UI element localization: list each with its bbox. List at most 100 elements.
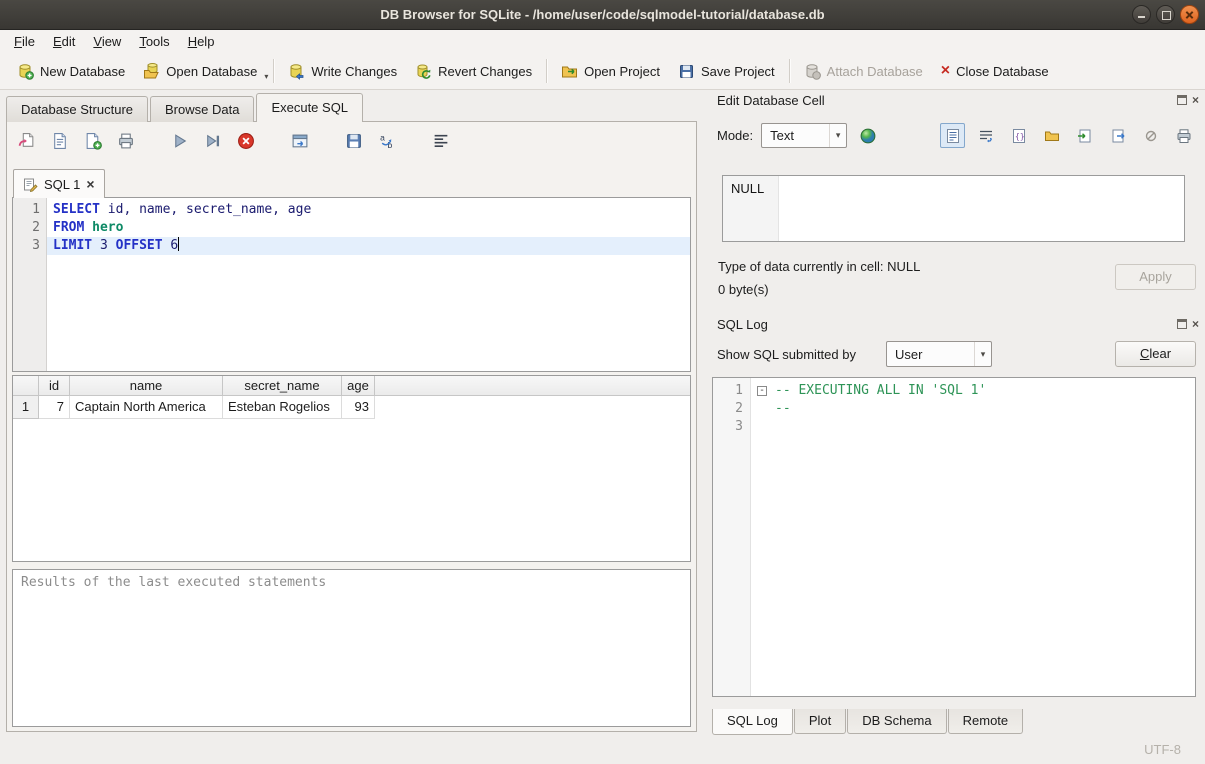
open-project-button[interactable]: Open Project	[552, 58, 669, 85]
open-database-dropdown-arrow[interactable]: ▾	[264, 72, 268, 81]
text-mode-icon[interactable]	[940, 123, 965, 148]
tab-database-structure[interactable]: Database Structure	[6, 96, 148, 122]
cell-id[interactable]: 7	[39, 396, 70, 419]
main-toolbar: New Database Open Database ▾ Write Chang…	[0, 53, 1205, 90]
float-panel-icon[interactable]	[1177, 95, 1187, 105]
revert-changes-button[interactable]: Revert Changes	[406, 58, 541, 85]
attach-database-icon	[804, 63, 821, 80]
print-sql-icon[interactable]	[116, 131, 136, 151]
menu-help[interactable]: Help	[179, 31, 224, 52]
execute-sql-toolbar: ab	[17, 131, 451, 151]
minimize-button[interactable]	[1132, 5, 1151, 24]
new-database-icon	[17, 63, 34, 80]
log-line: --	[751, 400, 1195, 418]
sql-log-filter-combobox[interactable]: User ▾	[886, 341, 992, 367]
close-panel-icon[interactable]: ×	[1192, 319, 1199, 329]
toolbar-separator	[789, 59, 790, 83]
import-cell-data-icon[interactable]	[1072, 123, 1097, 148]
save-project-button[interactable]: Save Project	[669, 58, 784, 85]
sql-log-panel-title: SQL Log	[717, 317, 768, 332]
sql-log-panel-buttons: ×	[1177, 319, 1199, 329]
sql-editor-tab[interactable]: SQL 1 ×	[13, 169, 105, 198]
export-cell-data-icon[interactable]	[1105, 123, 1130, 148]
new-database-label: New Database	[40, 64, 125, 79]
log-line	[751, 418, 1195, 436]
menu-file[interactable]: File	[5, 31, 44, 52]
column-header-age[interactable]: age	[342, 376, 375, 395]
execute-current-line-icon[interactable]	[203, 131, 223, 151]
fold-collapse-icon[interactable]: -	[757, 386, 767, 396]
close-button[interactable]	[1180, 5, 1199, 24]
chevron-down-icon: ▾	[974, 342, 991, 366]
write-changes-button[interactable]: Write Changes	[279, 58, 406, 85]
column-header-name[interactable]: name	[70, 376, 223, 395]
close-panel-icon[interactable]: ×	[1192, 95, 1199, 105]
close-tab-icon[interactable]: ×	[86, 178, 94, 190]
toolbar-separator	[273, 59, 274, 83]
cell-age[interactable]: 93	[342, 396, 375, 419]
window-title: DB Browser for SQLite - /home/user/code/…	[0, 0, 1205, 30]
clear-log-button[interactable]: Clear	[1115, 341, 1196, 367]
cell-name[interactable]: Captain North America	[70, 396, 223, 419]
new-database-button[interactable]: New Database	[8, 58, 134, 85]
save-sql-file-icon[interactable]	[50, 131, 70, 151]
cell-secret-name[interactable]: Esteban Rogelios	[223, 396, 342, 419]
write-changes-label: Write Changes	[311, 64, 397, 79]
log-line-numbers: 1 2 3	[713, 378, 751, 696]
main-tab-bar: Database Structure Browse Data Execute S…	[6, 93, 365, 122]
mode-combobox[interactable]: Text ▾	[761, 123, 847, 148]
word-wrap-icon[interactable]	[973, 123, 998, 148]
open-project-label: Open Project	[584, 64, 660, 79]
save-sql-file-as-icon[interactable]	[83, 131, 103, 151]
sql-editor-tab-label: SQL 1	[44, 177, 80, 192]
window-controls	[1132, 5, 1199, 24]
open-database-icon	[143, 63, 160, 80]
execution-status-message: Results of the last executed statements	[12, 569, 691, 727]
cell-type-info: Type of data currently in cell: NULL	[718, 259, 920, 274]
tab-browse-data[interactable]: Browse Data	[150, 96, 254, 122]
float-panel-icon[interactable]	[1177, 319, 1187, 329]
open-results-window-icon[interactable]	[290, 131, 310, 151]
json-mode-icon[interactable]: {}	[1006, 123, 1031, 148]
mode-value: Text	[762, 128, 829, 143]
tab-db-schema[interactable]: DB Schema	[847, 709, 946, 734]
tab-execute-sql[interactable]: Execute SQL	[256, 93, 363, 122]
cell-editor[interactable]: NULL	[722, 175, 1185, 242]
save-results-icon[interactable]	[344, 131, 364, 151]
menu-tools[interactable]: Tools	[130, 31, 178, 52]
column-header-id[interactable]: id	[39, 376, 70, 395]
sql-script-icon	[23, 177, 38, 192]
results-grid-header: id name secret_name age	[13, 376, 690, 396]
tab-sql-log[interactable]: SQL Log	[712, 709, 793, 735]
cell-content: NULL	[731, 181, 764, 196]
open-in-external-app-icon[interactable]	[855, 123, 881, 148]
tab-remote[interactable]: Remote	[948, 709, 1024, 734]
find-replace-icon[interactable]: ab	[377, 131, 397, 151]
open-database-button[interactable]: Open Database	[134, 58, 266, 85]
execute-all-icon[interactable]	[170, 131, 190, 151]
mode-label: Mode:	[717, 128, 753, 143]
menu-view[interactable]: View	[84, 31, 130, 52]
right-dock: Edit Database Cell × Mode: Text ▾ {}	[705, 90, 1205, 736]
print-cell-icon[interactable]	[1171, 123, 1196, 148]
open-sql-file-icon[interactable]	[17, 131, 37, 151]
stop-execution-icon[interactable]	[236, 131, 256, 151]
open-cell-data-icon[interactable]	[1039, 123, 1064, 148]
set-null-icon[interactable]	[1138, 123, 1163, 148]
line-number: 3	[713, 418, 743, 436]
format-sql-icon[interactable]	[431, 131, 451, 151]
row-header[interactable]: 1	[13, 396, 39, 419]
corner-header[interactable]	[13, 376, 39, 395]
column-header-secret-name[interactable]: secret_name	[223, 376, 342, 395]
tab-plot[interactable]: Plot	[794, 709, 846, 734]
attach-database-label: Attach Database	[827, 64, 923, 79]
editor-line: FROM hero	[47, 219, 690, 237]
editor-code-area[interactable]: SELECT id, name, secret_name, age FROM h…	[47, 198, 690, 371]
menu-edit[interactable]: Edit	[44, 31, 84, 52]
maximize-button[interactable]	[1156, 5, 1175, 24]
open-project-icon	[561, 63, 578, 80]
close-database-button[interactable]: × Close Database	[932, 59, 1058, 84]
chevron-down-icon: ▾	[829, 124, 846, 147]
sql-editor[interactable]: 1 2 3 SELECT id, name, secret_name, age …	[12, 197, 691, 372]
dock-tab-bar: SQL Log Plot DB Schema Remote	[712, 709, 1024, 735]
